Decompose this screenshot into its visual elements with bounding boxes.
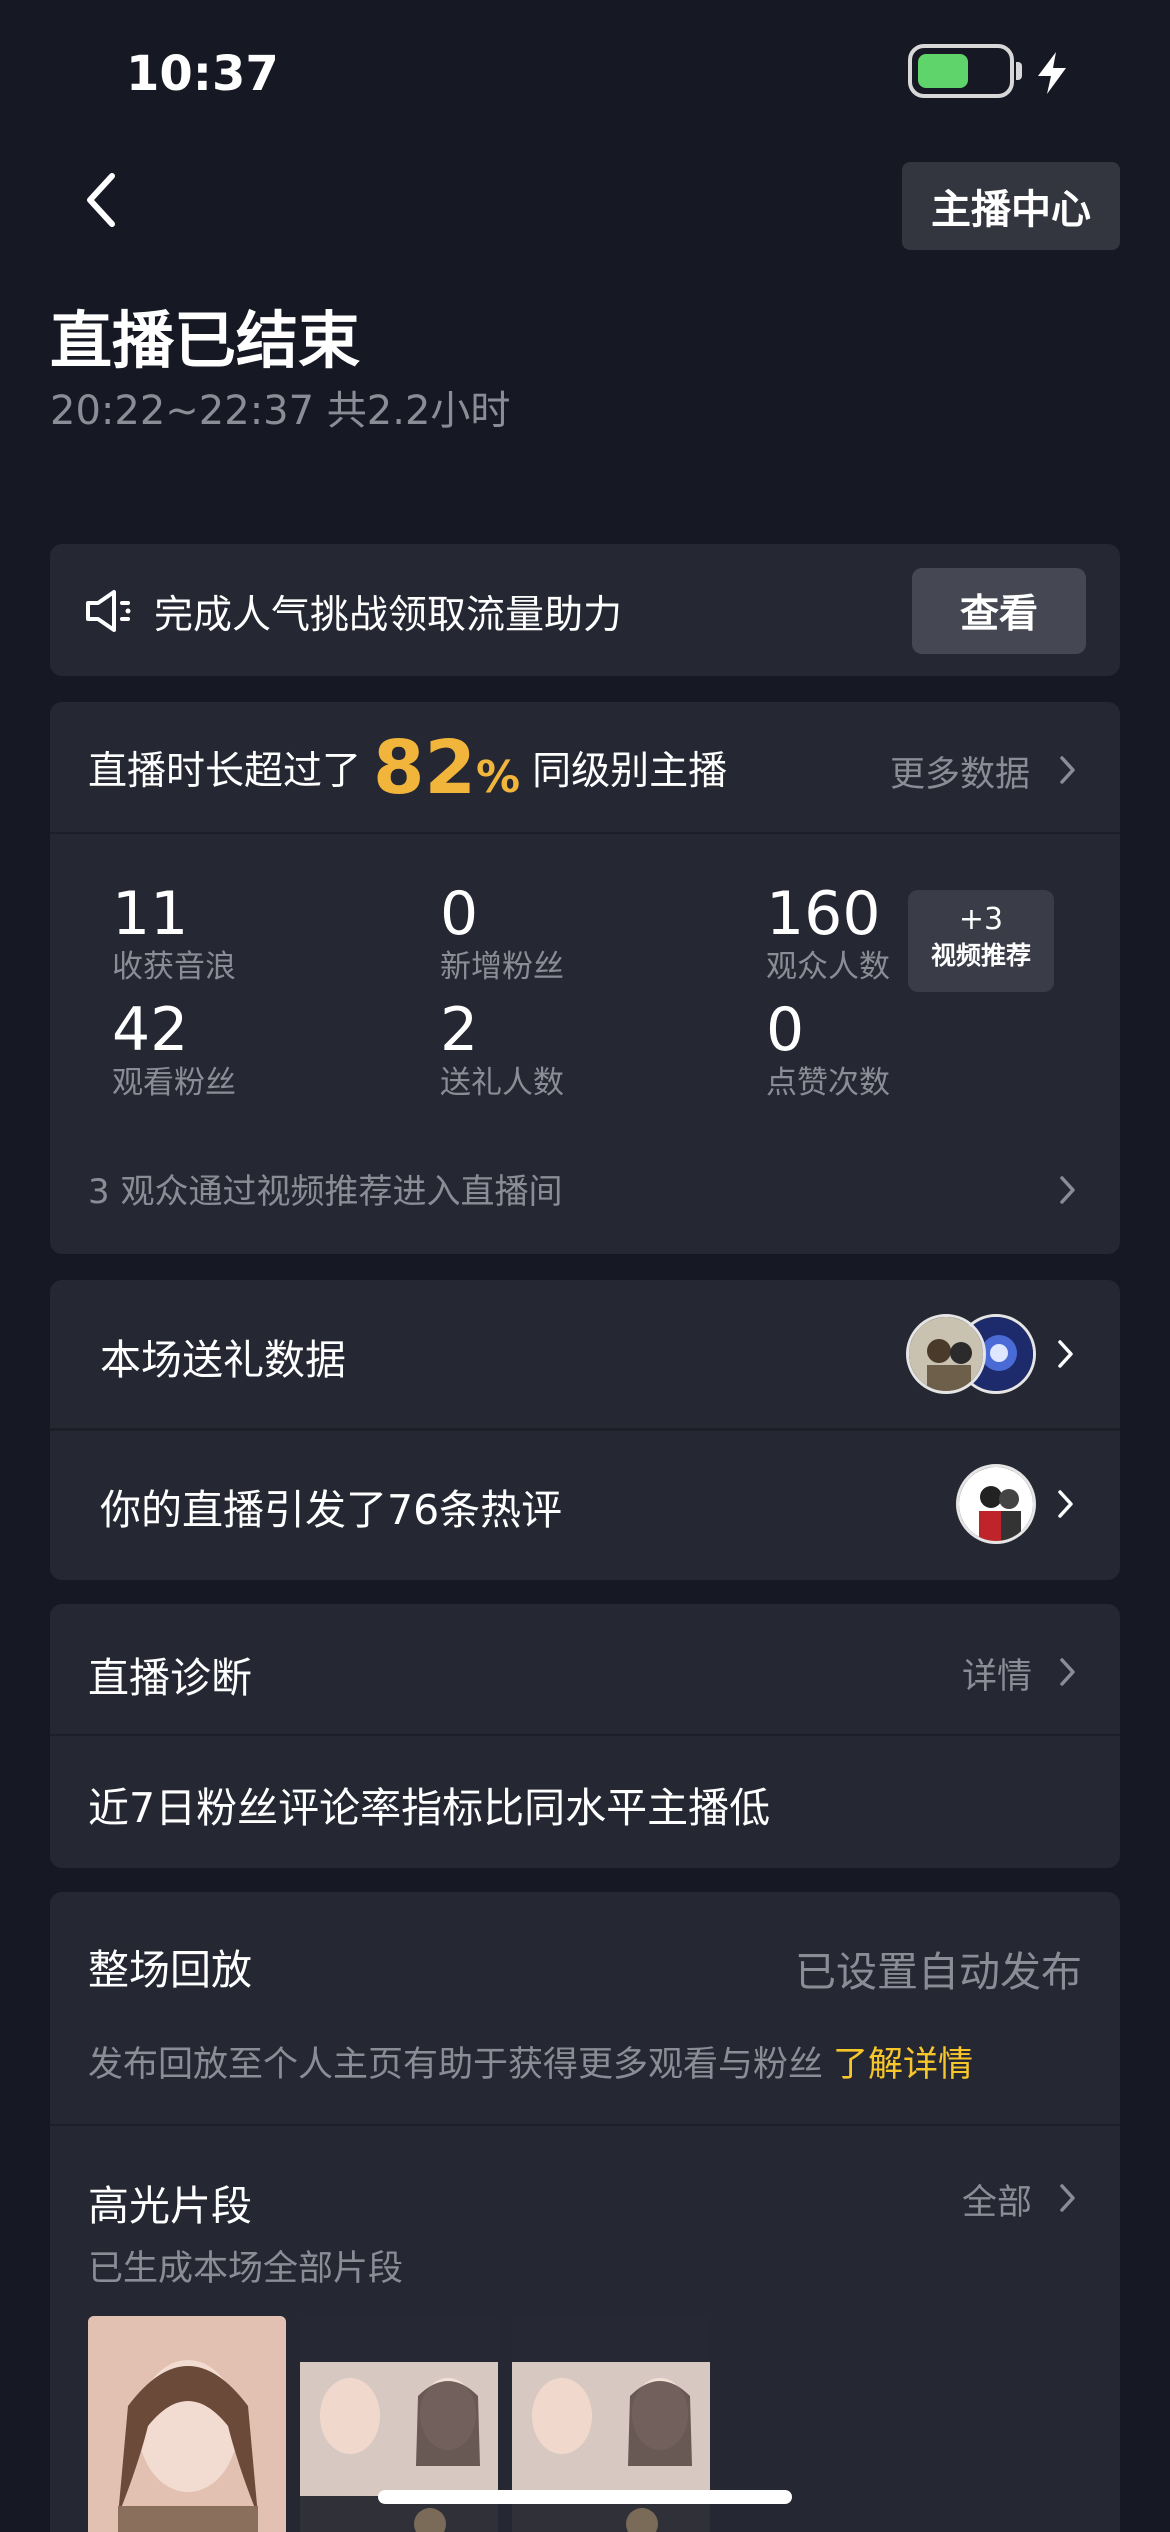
metric-value: 2 [440,995,479,1065]
badge-count: +3 [958,902,1004,937]
metric-viewers: 160 观众人数 [766,882,890,988]
live-stats-card: 直播时长超过了 82 % 同级别主播 更多数据 11 收获音浪 0 新增粉丝 1… [50,702,1120,1254]
chevron-right-icon[interactable] [1058,1172,1078,1208]
replay-description: 发布回放至个人主页有助于获得更多观看与粉丝 了解详情 [88,2036,973,2087]
badge-label: 视频推荐 [930,941,1031,970]
gifter-avatar [906,1314,986,1394]
commenter-avatar [956,1464,1036,1544]
speaker-icon [86,590,131,632]
popularity-challenge-card: 完成人气挑战领取流量助力 查看 [50,544,1120,676]
headline-prefix: 直播时长超过了 [88,749,362,794]
more-data-link[interactable]: 更多数据 [890,746,1030,797]
live-summary-screen: 10:37 主播中心 直播已结束 20:22~22:37 共2.2小时 完成人气… [0,0,1170,2532]
replay-title: 整场回放 [88,1946,252,1994]
highlights-subtitle: 已生成本场全部片段 [88,2249,404,2289]
status-time: 10:37 [126,46,279,102]
metric-label: 观看粉丝 [112,1065,236,1101]
metric-label: 送礼人数 [440,1065,564,1101]
metric-label: 新增粉丝 [440,949,564,985]
lightning-bolt-icon [1038,52,1066,94]
metric-likes: 0 点赞次数 [766,998,890,1104]
metric-value: 11 [112,879,189,949]
page-title: 直播已结束 [50,304,361,377]
diagnosis-insight: 近7日粉丝评论率指标比同水平主播低 [88,1784,771,1832]
metric-value: 0 [440,879,479,949]
highlights-all-link[interactable]: 全部 [962,2174,1032,2225]
view-challenge-button[interactable]: 查看 [912,568,1086,654]
chevron-right-icon[interactable] [1056,1336,1076,1372]
replay-description-text: 发布回放至个人主页有助于获得更多观看与粉丝 [88,2045,824,2085]
battery-tip [1016,62,1022,80]
metric-new-fans: 0 新增粉丝 [440,882,564,988]
highlight-clip-thumbnail[interactable] [88,2316,286,2532]
metric-value: 160 [766,879,881,949]
chevron-right-icon [1060,756,1075,784]
home-indicator[interactable] [378,2490,792,2504]
divider [50,1428,1120,1431]
metric-value: 42 [112,995,189,1065]
anchor-center-button[interactable]: 主播中心 [902,162,1120,250]
video-recommend-badge: +3 视频推荐 [908,890,1054,992]
back-chevron-left-icon[interactable] [74,168,126,232]
metric-sound-waves: 11 收获音浪 [112,882,236,988]
highlights-title: 高光片段 [88,2182,252,2230]
hot-comments-row[interactable]: 你的直播引发了76条热评 [100,1476,562,1536]
diagnosis-title: 直播诊断 [88,1654,252,1702]
gift-data-row[interactable]: 本场送礼数据 [100,1326,346,1386]
chevron-right-icon[interactable] [1058,1654,1078,1690]
percent-value: 82 [373,725,476,811]
gift-comments-card: 本场送礼数据 你的直播引发了76条热评 [50,1280,1120,1580]
metric-label: 收获音浪 [112,949,236,985]
live-duration-text: 20:22~22:37 共2.2小时 [50,388,511,434]
divider [50,2124,1120,2126]
auto-publish-status[interactable]: 已设置自动发布 [795,1938,1082,1998]
divider [50,832,1120,834]
metric-label: 观众人数 [766,949,890,985]
metric-value: 0 [766,995,805,1065]
metric-label: 点赞次数 [766,1065,890,1101]
replay-card: 整场回放 已设置自动发布 发布回放至个人主页有助于获得更多观看与粉丝 了解详情 高… [50,1892,1120,2532]
chevron-right-icon[interactable] [1058,2180,1078,2216]
via-video-text[interactable]: 3 观众通过视频推荐进入直播间 [88,1164,562,1213]
chevron-right-icon[interactable] [1056,1486,1076,1522]
percent-sign: % [476,751,521,803]
battery-level [918,54,968,88]
challenge-text: 完成人气挑战领取流量助力 [154,593,623,638]
metric-fan-viewers: 42 观看粉丝 [112,998,236,1104]
learn-more-link[interactable]: 了解详情 [833,2045,973,2085]
duration-rank-headline: 直播时长超过了 82 % 同级别主播 [88,720,727,816]
battery-icon [908,44,1014,98]
headline-suffix: 同级别主播 [532,749,728,794]
divider [50,1734,1120,1736]
metric-gift-senders: 2 送礼人数 [440,998,564,1104]
live-diagnosis-card: 直播诊断 详情 近7日粉丝评论率指标比同水平主播低 [50,1604,1120,1868]
diagnosis-detail-link[interactable]: 详情 [962,1648,1032,1699]
